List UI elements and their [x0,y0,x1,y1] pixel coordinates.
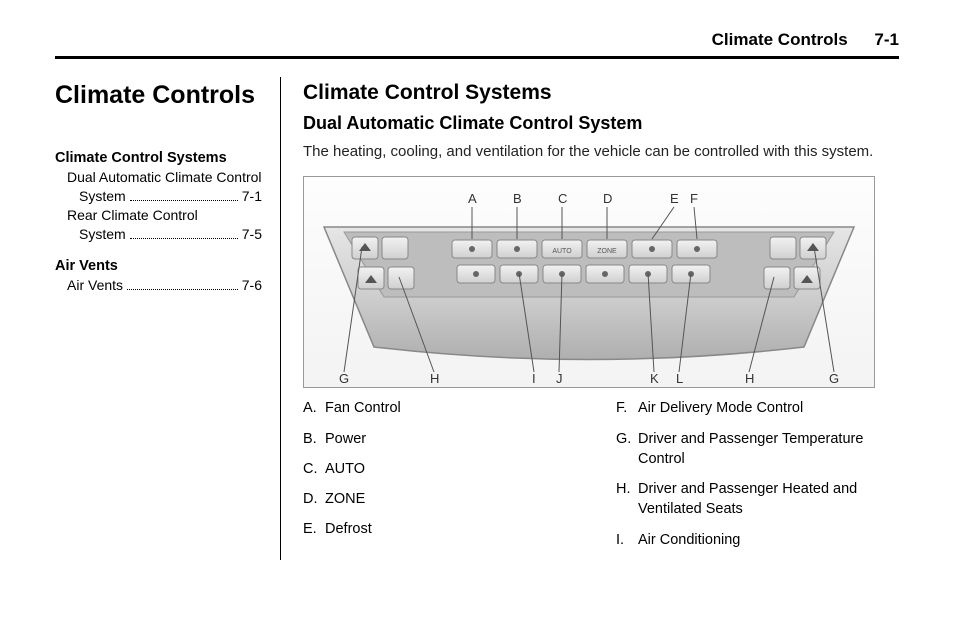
legend-letter: C. [303,459,325,479]
diagram-label: K [650,371,659,386]
toc-item-label: System [79,225,126,244]
toc-item-label: System [79,187,126,206]
svg-text:AUTO: AUTO [552,248,572,255]
legend-text: Driver and Passenger Heated and Ventilat… [638,479,899,520]
header-page: 7-1 [874,30,899,49]
legend-text: ZONE [325,489,586,509]
toc-group-title: Climate Control Systems [55,150,262,166]
toc-item: Dual Automatic Climate Control [55,168,262,187]
legend-letter: D. [303,489,325,509]
diagram-label: B [513,191,522,206]
legend-column-right: F. Air Delivery Mode Control G. Driver a… [616,398,899,560]
toc-item-page: 7-5 [242,225,262,244]
legend-columns: A. Fan Control B. Power C. AUTO D. ZONE [303,398,899,560]
section-heading: Climate Control Systems [303,81,899,105]
diagram-label: J [556,371,563,386]
legend-item: D. ZONE [303,489,586,509]
intro-paragraph: The heating, cooling, and ventilation fo… [303,142,899,162]
diagram-label: L [676,371,683,386]
legend-item: A. Fan Control [303,398,586,418]
legend-text: Driver and Passenger Temperature Control [638,429,899,470]
toc-item-label: Rear Climate Control [67,206,198,225]
diagram-label: E [670,191,679,206]
legend-letter: E. [303,519,325,539]
legend-item: C. AUTO [303,459,586,479]
diagram-label: H [430,371,439,386]
legend-item: I. Air Conditioning [616,530,899,550]
toc-item-page: 7-1 [242,187,262,206]
legend-letter: B. [303,429,325,449]
legend-letter: A. [303,398,325,418]
toc-item: Air Vents 7-6 [55,276,262,295]
svg-text:ZONE: ZONE [597,248,617,255]
legend-item: B. Power [303,429,586,449]
toc-leader-dots [127,289,238,290]
toc-leader-dots [130,238,238,239]
toc-leader-dots [130,200,238,201]
chapter-title: Climate Controls [55,81,262,110]
toc-item: System 7-5 [55,225,262,244]
header-section: Climate Controls [712,30,848,49]
diagram-label: C [558,191,567,206]
legend-item: G. Driver and Passenger Temperature Cont… [616,429,899,470]
diagram-label: I [532,371,536,386]
legend-text: Defrost [325,519,586,539]
diagram-label: H [745,371,754,386]
legend-letter: H. [616,479,638,520]
diagram-label: D [603,191,612,206]
toc-item-page: 7-6 [242,276,262,295]
toc-item-label: Air Vents [67,276,123,295]
running-header: Climate Controls 7-1 [55,30,899,59]
legend-column-left: A. Fan Control B. Power C. AUTO D. ZONE [303,398,586,560]
toc-item: Rear Climate Control [55,206,262,225]
legend-letter: G. [616,429,638,470]
toc-item-label: Dual Automatic Climate Control [67,168,262,187]
right-column: Climate Control Systems Dual Automatic C… [280,77,899,560]
left-column: Climate Controls Climate Control Systems… [55,77,280,560]
legend-text: Air Conditioning [638,530,899,550]
legend-text: Fan Control [325,398,586,418]
content-columns: Climate Controls Climate Control Systems… [55,77,899,560]
manual-page: Climate Controls 7-1 Climate Controls Cl… [0,0,954,590]
legend-letter: I. [616,530,638,550]
diagram-label: F [690,191,698,206]
legend-item: H. Driver and Passenger Heated and Venti… [616,479,899,520]
sub-heading: Dual Automatic Climate Control System [303,113,899,134]
legend-text: Air Delivery Mode Control [638,398,899,418]
legend-item: F. Air Delivery Mode Control [616,398,899,418]
toc-group-title: Air Vents [55,258,262,274]
legend-item: E. Defrost [303,519,586,539]
diagram-label: G [339,371,349,386]
toc-item: System 7-1 [55,187,262,206]
diagram-label: A [468,191,477,206]
control-panel-diagram: AUTO ZONE [303,176,875,388]
diagram-label: G [829,371,839,386]
legend-text: Power [325,429,586,449]
legend-text: AUTO [325,459,586,479]
legend-letter: F. [616,398,638,418]
